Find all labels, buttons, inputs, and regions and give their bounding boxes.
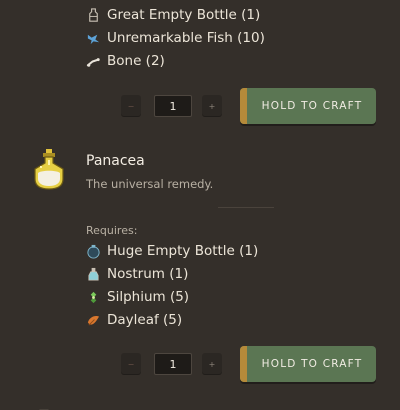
requirement-great-empty-bottle: Great Empty Bottle (1) xyxy=(86,7,260,23)
quantity-field[interactable]: 1 xyxy=(154,95,192,117)
requirement-bone: Bone (2) xyxy=(86,53,165,69)
silphium-icon xyxy=(86,290,101,305)
decrease-quantity-button[interactable]: − xyxy=(121,353,141,375)
decrease-quantity-button[interactable]: − xyxy=(121,95,141,117)
requirement-unremarkable-fish: Unremarkable Fish (10) xyxy=(86,30,265,46)
requirement-label: Huge Empty Bottle (1) xyxy=(107,243,259,259)
panacea-potion-icon xyxy=(28,148,70,194)
recipe-title: Panacea xyxy=(86,153,145,169)
craft-button-accent xyxy=(240,346,247,382)
craft-button-accent xyxy=(240,88,247,124)
requires-label: Requires: xyxy=(86,224,138,237)
hold-to-craft-button[interactable]: HOLD TO CRAFT xyxy=(240,346,376,382)
requirement-label: Silphium (5) xyxy=(107,289,190,305)
recipe-description: The universal remedy. xyxy=(86,177,214,191)
crafting-panel: Great Empty Bottle (1) Unremarkable Fish… xyxy=(0,0,400,410)
craft-button-label: HOLD TO CRAFT xyxy=(261,358,363,370)
nostrum-icon xyxy=(86,267,101,282)
requirement-label: Bone (2) xyxy=(107,53,165,69)
fish-icon xyxy=(86,31,101,46)
divider xyxy=(218,207,274,208)
increase-quantity-button[interactable]: + xyxy=(202,353,222,375)
requirement-label: Nostrum (1) xyxy=(107,266,189,282)
huge-bottle-icon xyxy=(86,244,101,259)
bone-icon xyxy=(86,54,101,69)
next-recipe-icon xyxy=(38,401,50,410)
requirement-label: Unremarkable Fish (10) xyxy=(107,30,265,46)
requirement-dayleaf: Dayleaf (5) xyxy=(86,312,182,328)
requirement-label: Great Empty Bottle (1) xyxy=(107,7,261,23)
craft-button-label: HOLD TO CRAFT xyxy=(261,100,363,112)
increase-quantity-button[interactable]: + xyxy=(202,95,222,117)
quantity-field[interactable]: 1 xyxy=(154,353,192,375)
bottle-icon xyxy=(86,7,101,23)
requirement-silphium: Silphium (5) xyxy=(86,289,189,305)
requirement-huge-empty-bottle: Huge Empty Bottle (1) xyxy=(86,243,258,259)
requirement-nostrum: Nostrum (1) xyxy=(86,266,188,282)
requirement-label: Dayleaf (5) xyxy=(107,312,183,328)
hold-to-craft-button[interactable]: HOLD TO CRAFT xyxy=(240,88,376,124)
dayleaf-icon xyxy=(86,313,101,328)
